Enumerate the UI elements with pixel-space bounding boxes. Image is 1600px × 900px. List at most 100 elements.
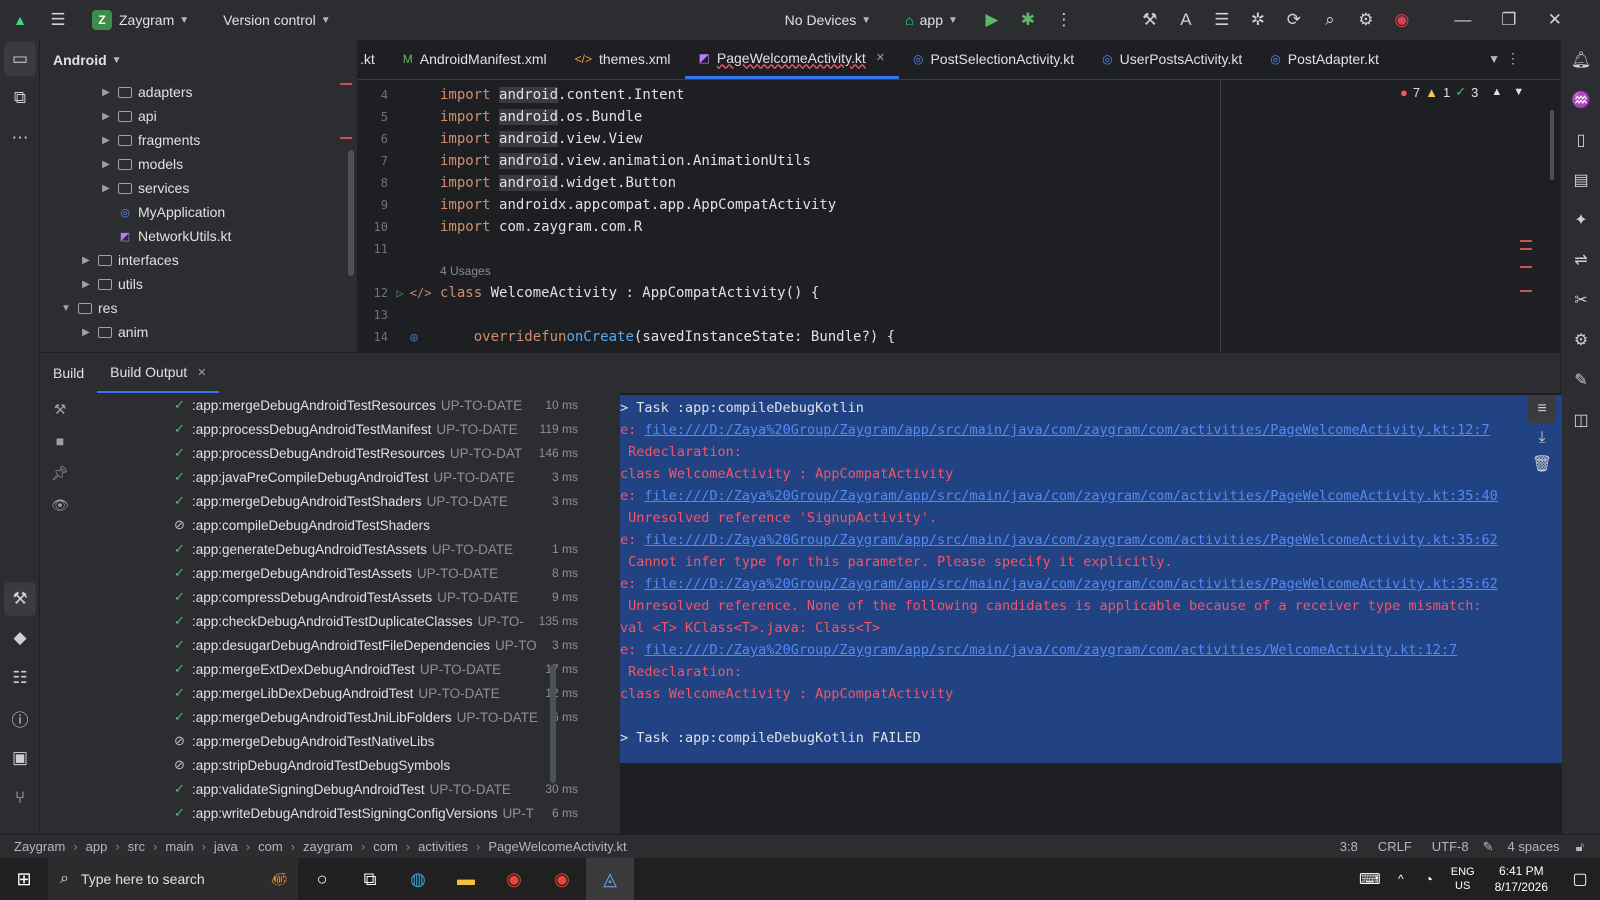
minimize-icon[interactable]: —: [1440, 0, 1486, 40]
logcat-icon[interactable]: ☷: [0, 658, 40, 698]
gutter-code-icon[interactable]: </>: [410, 286, 432, 300]
error-file-link[interactable]: file:///D:/Zaya%20Group/Zaygram/app/src/…: [644, 532, 1497, 548]
windows-start-icon[interactable]: ⊞: [0, 858, 48, 900]
close-tab-icon[interactable]: ✕: [197, 366, 206, 379]
chevron-right-icon[interactable]: ▶: [98, 135, 114, 146]
next-highlight-icon[interactable]: ▼: [1513, 86, 1524, 98]
gutter-run-icon[interactable]: ▷ </>: [388, 286, 440, 300]
breadcrumb-item[interactable]: com: [373, 839, 398, 854]
override-gutter-icon[interactable]: ◎: [388, 330, 440, 344]
build-task-row[interactable]: ✓:app:processDebugAndroidTestManifest UP-…: [80, 417, 600, 441]
gradle-icon[interactable]: ♒: [1561, 80, 1600, 120]
android-studio-taskbar-icon[interactable]: ◬: [586, 858, 634, 900]
sync-icon[interactable]: ⟳: [1276, 0, 1312, 40]
structure-tool-icon[interactable]: ⧉: [0, 78, 40, 118]
build-task-row[interactable]: ✓:app:mergeDebugAndroidTestShaders UP-TO-…: [80, 489, 600, 513]
tabs-more-icon[interactable]: ⋮: [1506, 50, 1520, 67]
cortana-icon[interactable]: ○: [298, 858, 346, 900]
error-file-link[interactable]: file:///D:/Zaya%20Group/Zaygram/app/src/…: [644, 576, 1497, 592]
build-task-row[interactable]: ✓:app:mergeLibDexDebugAndroidTest UP-TO-D…: [80, 681, 600, 705]
tree-item-services[interactable]: ▶ services: [40, 176, 357, 200]
build-task-row[interactable]: ✓:app:validateSigningDebugAndroidTest UP-…: [80, 777, 600, 801]
tab-postselectionactivity-kt[interactable]: ◎ PostSelectionActivity.kt: [899, 40, 1088, 79]
git-icon[interactable]: ⑂: [0, 778, 40, 818]
search-icon[interactable]: ⌕: [1312, 0, 1348, 40]
code-style-icon[interactable]: ✎: [1483, 839, 1494, 855]
close-window-icon[interactable]: ✕: [1532, 0, 1578, 40]
build-tool-window-icon[interactable]: ⚒: [4, 582, 36, 616]
tree-item-models[interactable]: ▶ models: [40, 152, 357, 176]
gemini-icon[interactable]: ✦: [1561, 200, 1600, 240]
version-control-menu[interactable]: Version control ▼: [217, 0, 337, 40]
link-icon[interactable]: ⇌: [1561, 240, 1600, 280]
caret-position[interactable]: 3:8: [1340, 839, 1358, 854]
line-separator[interactable]: CRLF: [1378, 839, 1412, 854]
tab-build-output[interactable]: Build Output ✕: [97, 353, 220, 393]
breadcrumb-item[interactable]: Zaygram: [14, 839, 65, 854]
pencil-icon[interactable]: ✎: [1561, 360, 1600, 400]
run-config-selector[interactable]: ⌂ app ▼: [899, 0, 964, 40]
breadcrumb-item[interactable]: PageWelcomeActivity.kt: [488, 839, 626, 854]
bug-icon[interactable]: ✲: [1240, 0, 1276, 40]
tab-androidmanifest-xml[interactable]: M AndroidManifest.xml: [389, 40, 561, 79]
tab-themes-xml[interactable]: </> themes.xml: [561, 40, 685, 79]
settings-gear-icon[interactable]: ⚙: [1348, 0, 1384, 40]
build-task-row[interactable]: ⊘:app:compileDebugAndroidTestShaders: [80, 513, 600, 537]
tree-item-api[interactable]: ▶ api: [40, 104, 357, 128]
project-view-selector[interactable]: Android ▼: [40, 40, 357, 80]
breadcrumb-item[interactable]: java: [214, 839, 238, 854]
notification-center-icon[interactable]: ▢: [1560, 858, 1600, 900]
tab-userpostsactivity-kt[interactable]: ◎ UserPostsActivity.kt: [1088, 40, 1256, 79]
clear-all-icon[interactable]: 🗑︎: [1522, 451, 1562, 477]
tabs-overflow-icon[interactable]: ▼: [1488, 52, 1500, 66]
show-hidden-icons[interactable]: ^: [1387, 858, 1415, 900]
breadcrumb-item[interactable]: src: [128, 839, 145, 854]
notifications-icon[interactable]: 🔔︎: [1561, 40, 1600, 80]
tree-item-adapters[interactable]: ▶ adapters: [40, 80, 357, 104]
build-task-row[interactable]: ⊘:app:mergeDebugAndroidTestNativeLibs: [80, 729, 600, 753]
build-task-row[interactable]: ✓:app:mergeExtDexDebugAndroidTest UP-TO-D…: [80, 657, 600, 681]
build-task-row[interactable]: ✓:app:mergeDebugAndroidTestResources UP-T…: [80, 393, 600, 417]
chevron-right-icon[interactable]: ▶: [78, 327, 94, 338]
prev-highlight-icon[interactable]: ▲: [1491, 86, 1502, 98]
project-scrollbar[interactable]: [348, 150, 354, 276]
build-tool-icon[interactable]: ⚒: [1132, 0, 1168, 40]
breadcrumb-item[interactable]: app: [86, 839, 108, 854]
profile-swirl-icon[interactable]: ◉: [1384, 0, 1420, 40]
readonly-lock-icon[interactable]: 🔓︎: [1576, 839, 1584, 855]
build-output-console[interactable]: > Task :app:compileDebugKotlin e: file://…: [620, 393, 1562, 835]
chevron-right-icon[interactable]: ▶: [78, 279, 94, 290]
scroll-to-end-icon[interactable]: ⤓: [1522, 425, 1562, 451]
build-hammer-icon[interactable]: ⚒: [40, 393, 80, 425]
file-encoding[interactable]: UTF-8: [1432, 839, 1469, 854]
build-task-row[interactable]: ✓:app:compressDebugAndroidTestAssets UP-T…: [80, 585, 600, 609]
debug-icon[interactable]: ✱: [1010, 0, 1046, 40]
running-devices-icon[interactable]: ◫: [1561, 400, 1600, 440]
breadcrumb-item[interactable]: main: [165, 839, 193, 854]
build-task-row[interactable]: ✓:app:generateDebugAndroidTestAssets UP-T…: [80, 537, 600, 561]
main-menu-icon[interactable]: ☰: [40, 0, 76, 40]
tree-item-utils[interactable]: ▶ utils: [40, 272, 357, 296]
tree-item-anim[interactable]: ▶ anim: [40, 320, 357, 344]
build-task-row[interactable]: ✓:app:processDebugAndroidTestResources UP…: [80, 441, 600, 465]
code-editor[interactable]: 4 import android .content.Intent 5 import an…: [358, 80, 1560, 352]
build-task-row[interactable]: ✓:app:desugarDebugAndroidTestFileDepende…: [80, 633, 600, 657]
scissors-icon[interactable]: ✂: [1561, 280, 1600, 320]
soft-wrap-icon[interactable]: ≡: [1528, 395, 1556, 423]
tab--kt[interactable]: .kt: [358, 40, 389, 79]
chrome-icon[interactable]: ◉: [490, 858, 538, 900]
build-task-row[interactable]: ✓:app:mergeDebugAndroidTestAssets UP-TO-D…: [80, 561, 600, 585]
tab-postadapter-kt[interactable]: ◎ PostAdapter.kt: [1256, 40, 1393, 79]
chevron-down-icon[interactable]: ▼: [58, 303, 74, 314]
taskbar-search[interactable]: ⌕ Type here to search 🐠︎: [48, 858, 298, 900]
maximize-icon[interactable]: ❐: [1486, 0, 1532, 40]
breadcrumb-item[interactable]: activities: [418, 839, 468, 854]
tree-item-myapplication[interactable]: ◎ MyApplication: [40, 200, 357, 224]
breadcrumb-item[interactable]: zaygram: [303, 839, 353, 854]
app-inspection-icon[interactable]: ⚙: [1561, 320, 1600, 360]
build-task-row[interactable]: ⊘:app:stripDebugAndroidTestDebugSymbols: [80, 753, 600, 777]
error-file-link[interactable]: file:///D:/Zaya%20Group/Zaygram/app/src/…: [644, 422, 1489, 438]
tree-item-fragments[interactable]: ▶ fragments: [40, 128, 357, 152]
project-selector[interactable]: Z Zaygram ▼: [86, 0, 195, 40]
breadcrumb-item[interactable]: com: [258, 839, 283, 854]
